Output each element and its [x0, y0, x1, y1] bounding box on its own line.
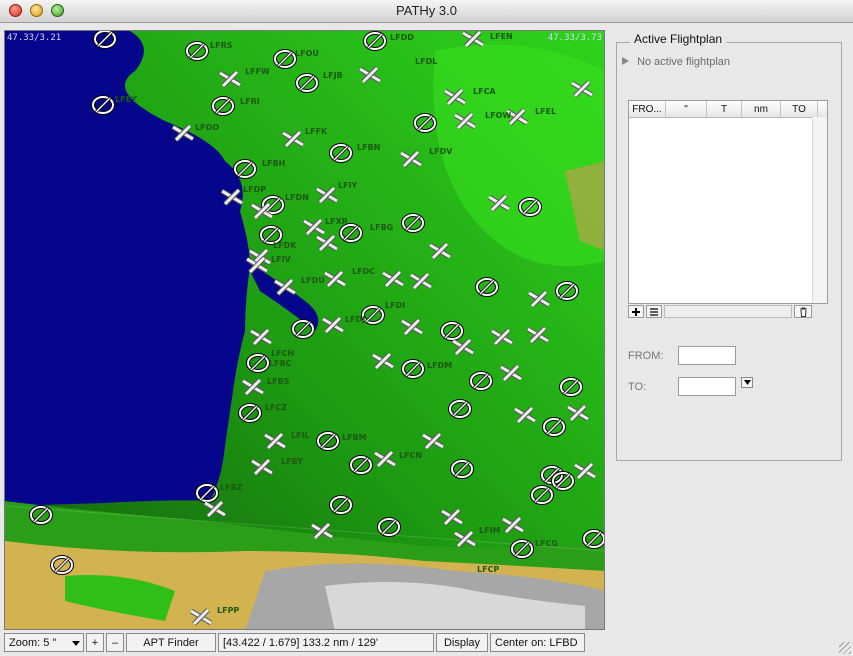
list-options-button[interactable]: [646, 305, 662, 318]
airport-label[interactable]: LFDL: [415, 57, 437, 66]
airport-label[interactable]: LFBM: [342, 433, 367, 442]
map-corner-coords-right: 47.33/3.73: [547, 33, 602, 43]
airport-label[interactable]: LFDI: [385, 301, 405, 310]
to-dropdown-button[interactable]: [741, 377, 753, 388]
column-header-from[interactable]: FRO...: [629, 101, 666, 117]
airport-label[interactable]: LFDK: [273, 241, 296, 250]
map-corner-coords-left: 47.33/3.21: [7, 33, 62, 43]
airport-label[interactable]: LFRS: [210, 41, 232, 50]
from-field[interactable]: [678, 346, 736, 365]
apt-finder-button[interactable]: APT Finder: [126, 633, 216, 652]
airport-label[interactable]: LFBY: [281, 457, 303, 466]
airport-label[interactable]: LFCH: [271, 349, 294, 358]
flightplan-table[interactable]: FRO... " T nm TO: [628, 100, 828, 304]
airport-label[interactable]: LFOU: [295, 49, 319, 58]
airport-label[interactable]: LFBG: [370, 223, 393, 232]
zoom-select-value: Zoom: 5 ": [9, 636, 57, 649]
display-button[interactable]: Display: [436, 633, 488, 652]
window-resize-grip[interactable]: [839, 642, 851, 654]
cursor-position-readout: [43.422 / 1.679] 133.2 nm / 129': [218, 633, 434, 652]
airport-label[interactable]: LFJB: [323, 71, 343, 80]
flightplan-status-row[interactable]: No active flightplan: [622, 56, 730, 68]
plus-icon: [632, 307, 640, 316]
airport-label[interactable]: LFDV: [429, 147, 452, 156]
airport-label[interactable]: LFDJ: [345, 315, 365, 324]
flightplan-toolbar: [628, 305, 812, 319]
column-header-to[interactable]: TO: [781, 101, 818, 117]
airport-label[interactable]: LFPP: [217, 606, 239, 615]
airport-label[interactable]: LFEN: [490, 32, 513, 41]
list-icon: [650, 307, 658, 316]
add-waypoint-button[interactable]: [628, 305, 644, 318]
airport-label[interactable]: LFDU: [301, 276, 325, 285]
column-header-minutes[interactable]: ": [666, 101, 707, 117]
airport-label[interactable]: LFDN: [285, 193, 309, 202]
delete-waypoint-button[interactable]: [794, 305, 812, 318]
airport-label[interactable]: LFOO: [195, 123, 219, 132]
airport-label[interactable]: LFBN: [357, 143, 380, 152]
airport-label[interactable]: LFCG: [535, 539, 558, 548]
airport-label[interactable]: LFIY: [338, 181, 357, 190]
flightplan-panel-title: Active Flightplan: [630, 32, 727, 46]
zoom-out-button[interactable]: –: [106, 633, 124, 652]
zoom-select[interactable]: Zoom: 5 ": [4, 633, 84, 652]
airport-label[interactable]: LFEL: [535, 107, 556, 116]
from-label: FROM:: [628, 350, 664, 362]
airport-label[interactable]: LFIL: [291, 431, 310, 440]
airport-label[interactable]: LFCN: [399, 451, 422, 460]
airport-label[interactable]: LFRI: [240, 97, 260, 106]
flightplan-table-header: FRO... " T nm TO: [629, 101, 827, 118]
airport-label[interactable]: LFIV: [271, 255, 291, 264]
trash-icon: [799, 307, 807, 317]
table-scrollbar[interactable]: [812, 117, 827, 303]
column-header-distance[interactable]: nm: [742, 101, 781, 117]
window-title: PATHy 3.0: [396, 3, 457, 18]
to-label: TO:: [628, 381, 647, 393]
terrain-map[interactable]: 47.33/3.21 47.33/3.73 LFRS LFOU LFDL LFDD LF…: [4, 30, 605, 630]
chevron-down-icon: [72, 641, 80, 646]
chevron-down-icon: [743, 380, 751, 385]
window-titlebar: PATHy 3.0: [0, 0, 853, 23]
airport-label[interactable]: LFFK: [305, 127, 327, 136]
disclosure-triangle-icon[interactable]: [622, 57, 629, 65]
airport-label[interactable]: LFEY: [115, 95, 137, 104]
toolbar-spacer: [664, 305, 792, 318]
airport-label[interactable]: LFFW: [245, 67, 270, 76]
flightplan-status: No active flightplan: [637, 56, 731, 68]
column-header-track[interactable]: T: [707, 101, 742, 117]
airport-label[interactable]: LFBZ: [220, 483, 242, 492]
airport-label[interactable]: LFDP: [243, 185, 266, 194]
terrain-map-graphic: [5, 31, 604, 629]
airport-label[interactable]: LFIM: [479, 526, 501, 535]
statusbar: Zoom: 5 " + – APT Finder [43.422 / 1.679…: [4, 633, 603, 653]
airport-label[interactable]: LFXR: [325, 217, 348, 226]
to-field[interactable]: [678, 377, 736, 396]
center-on-readout: Center on: LFBD: [490, 633, 585, 652]
airport-label[interactable]: LFBH: [262, 159, 285, 168]
airport-label[interactable]: LFOW: [485, 111, 511, 120]
airport-label[interactable]: LFBC: [269, 359, 292, 368]
airport-label[interactable]: LFCP: [477, 565, 499, 574]
airport-label[interactable]: LFDM: [427, 361, 452, 370]
airport-label[interactable]: LFBS: [267, 377, 289, 386]
airport-label[interactable]: LFCZ: [265, 403, 287, 412]
airport-label[interactable]: LFDC: [352, 267, 375, 276]
airport-label[interactable]: LFDD: [390, 33, 414, 42]
zoom-in-button[interactable]: +: [86, 633, 104, 652]
airport-label[interactable]: LFCA: [473, 87, 496, 96]
